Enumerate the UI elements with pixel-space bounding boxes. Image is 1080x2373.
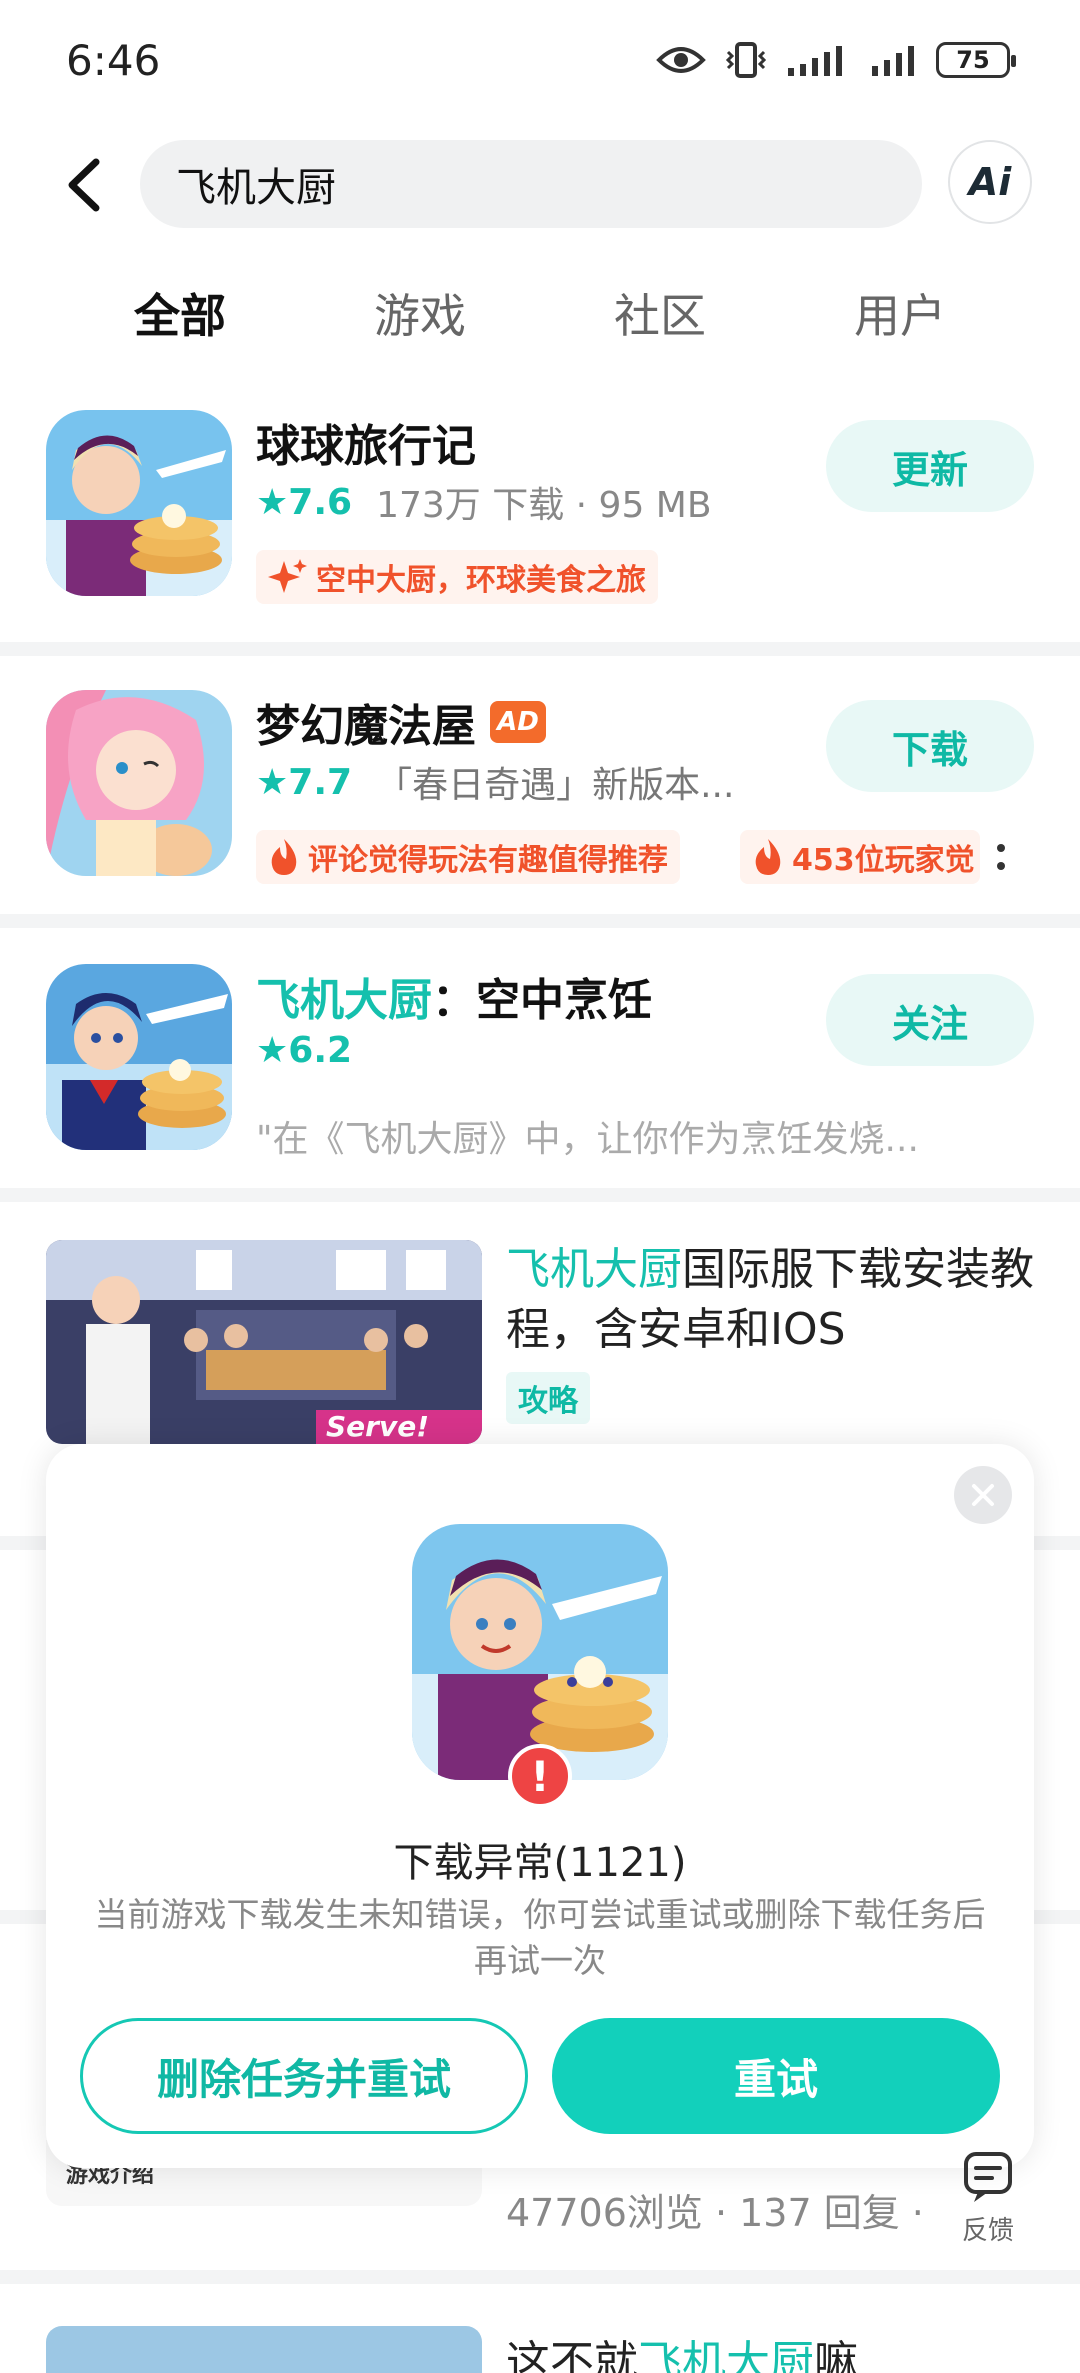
status-bar: 6:46 75 <box>0 0 1080 120</box>
update-button[interactable]: 更新 <box>826 420 1034 512</box>
signal-icon-1 <box>788 46 842 76</box>
app-icon-menghuan <box>46 690 232 876</box>
app-icon-qiuqiu <box>46 410 232 596</box>
feedback-button[interactable]: 反馈 <box>940 2148 1036 2247</box>
app-rating-row: ★6.2 <box>256 1030 376 1071</box>
chevron-left-icon <box>68 158 100 212</box>
download-button[interactable]: 下载 <box>826 700 1034 792</box>
app-rating: ★6.2 <box>256 1030 353 1071</box>
divider <box>0 642 1080 656</box>
app-tag-1: 评论觉得玩法有趣值得推荐 <box>256 830 680 884</box>
divider <box>0 914 1080 928</box>
app-name: 飞机大厨：空中烹饪 <box>256 975 652 1026</box>
bottom-item-title: 这不就飞机大厨嘛 <box>506 2337 858 2373</box>
tab-users[interactable]: 用户 <box>820 280 980 346</box>
tab-community[interactable]: 社区 <box>580 280 740 346</box>
follow-button[interactable]: 关注 <box>826 974 1034 1066</box>
feedback-icon <box>964 2152 1012 2202</box>
back-button[interactable] <box>56 150 116 220</box>
app-downloads: 173万 下载 · 95 MB <box>376 485 712 526</box>
result-item-1[interactable]: 球球旅行记 ★7.6 173万 下载 · 95 MB 空中大厨，环球美食之旅 更… <box>0 410 1080 630</box>
article-tag: 攻略 <box>506 1372 590 1424</box>
dialog-message: 当前游戏下载发生未知错误，你可尝试重试或删除下载任务后再试一次 <box>94 1895 986 1980</box>
feedback-label: 反馈 <box>961 2216 1014 2246</box>
eye-icon <box>656 47 706 73</box>
download-error-dialog: ! 下载异常(1121) 当前游戏下载发生未知错误，你可尝试重试或删除下载任务后… <box>46 1444 1034 2168</box>
article-thumbnail: Serve! <box>46 1240 482 1444</box>
app-rating: ★7.7 <box>256 761 353 803</box>
error-icon: ! <box>508 1744 572 1808</box>
app-meta: ★7.7 「春日奇遇」新版本... <box>256 756 734 808</box>
app-description: 「春日奇遇」新版本... <box>376 765 735 806</box>
more-tags-icon[interactable] <box>996 840 1012 878</box>
app-icon-feiji <box>46 964 232 1150</box>
game-icon <box>412 1524 668 1780</box>
app-meta: ★7.6 173万 下载 · 95 MB <box>256 476 712 528</box>
fire-icon <box>271 839 297 875</box>
fire-icon <box>755 839 781 875</box>
delete-and-retry-button[interactable]: 删除任务并重试 <box>80 2018 528 2134</box>
tab-games[interactable]: 游戏 <box>340 280 500 346</box>
dialog-title: 下载异常(1121) <box>393 1840 687 1886</box>
status-icons: 75 <box>656 40 1016 80</box>
signal-icon-2 <box>872 46 914 76</box>
app-description: "在《飞机大厨》中，让你作为烹饪发烧... <box>256 1119 919 1160</box>
post-stats: 47706浏览 · 137 回复 · <box>506 2191 924 2235</box>
status-time: 6:46 <box>66 36 161 85</box>
app-rating: ★7.6 <box>256 481 353 523</box>
sparkle-icon <box>268 559 307 593</box>
article-item[interactable]: Serve! 飞机大厨国际服下载安装教程，含安卓和IOS 攻略 <box>0 1240 1080 1444</box>
battery-level: 75 <box>956 46 990 74</box>
tab-bar: 全部 游戏 社区 用户 <box>0 280 1080 350</box>
ai-button[interactable]: Ai <box>948 140 1032 224</box>
tab-all[interactable]: 全部 <box>100 280 260 346</box>
ad-badge: AD <box>490 701 546 743</box>
app-tag-2: 453位玩家觉 <box>740 830 980 884</box>
app-name: 球球旅行记 <box>256 421 476 472</box>
result-item-3[interactable]: 飞机大厨：空中烹饪 ★6.2 "在《飞机大厨》中，让你作为烹饪发烧... 关注 <box>0 964 1080 1164</box>
divider <box>0 1188 1080 1202</box>
vibrate-icon <box>725 42 767 78</box>
close-button[interactable] <box>954 1466 1012 1524</box>
search-query: 飞机大厨 <box>176 165 336 211</box>
close-icon <box>972 1484 994 1506</box>
app-tag: 空中大厨，环球美食之旅 <box>256 550 658 604</box>
thumbnail-caption: Serve! <box>326 1410 429 1443</box>
retry-button[interactable]: 重试 <box>552 2018 1000 2134</box>
battery-icon: 75 <box>936 42 1016 78</box>
divider <box>0 2270 1080 2284</box>
result-item-2[interactable]: 梦幻魔法屋 AD ★7.7 「春日奇遇」新版本... 评论觉得玩法有趣值得推荐 … <box>0 690 1080 910</box>
search-input[interactable]: 飞机大厨 <box>140 140 922 228</box>
bottom-thumbnail <box>46 2326 482 2373</box>
article-title: 飞机大厨国际服下载安装教程，含安卓和IOS <box>506 1244 1034 1355</box>
ai-label: Ai <box>968 160 1012 204</box>
app-name: 梦幻魔法屋 AD <box>256 690 546 754</box>
